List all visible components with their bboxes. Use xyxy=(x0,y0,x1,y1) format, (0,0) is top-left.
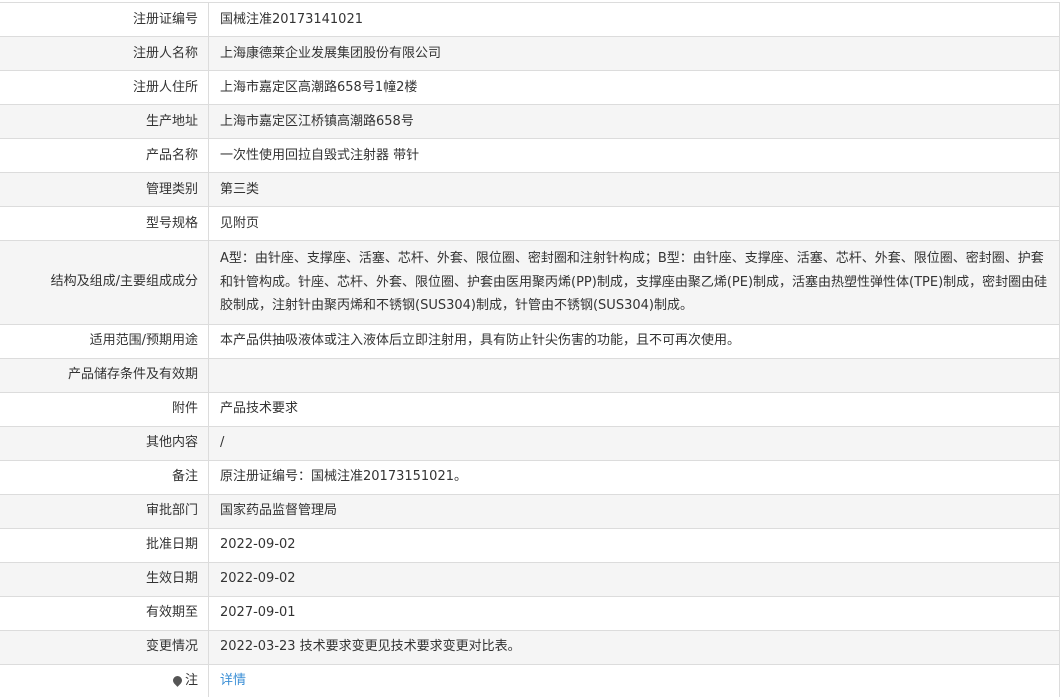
label-note: 注 xyxy=(0,664,209,697)
value-registration-number: 国械注准20173141021 xyxy=(220,11,363,27)
value-other-content: / xyxy=(220,435,225,450)
label-product-name: 产品名称 xyxy=(0,139,209,172)
value-structure-composition: A型：由针座、支撑座、活塞、芯杆、外套、限位圈、密封圈和注射针构成；B型：由针座… xyxy=(220,251,1048,313)
row-valid-until: 有效期至 2027-09-01 xyxy=(0,596,1059,631)
label-approval-department: 审批部门 xyxy=(0,494,209,528)
label-valid-until: 有效期至 xyxy=(0,596,209,630)
row-product-name: 产品名称 一次性使用回拉自毁式注射器 带针 xyxy=(0,139,1059,173)
value-product-name: 一次性使用回拉自毁式注射器 带针 xyxy=(220,147,420,163)
value-management-category: 第三类 xyxy=(220,181,260,197)
value-approval-department: 国家药品监督管理局 xyxy=(220,503,338,518)
label-attachment: 附件 xyxy=(0,392,209,426)
row-production-address: 生产地址 上海市嘉定区江桥镇高潮路658号 xyxy=(0,105,1059,139)
value-storage-conditions xyxy=(209,359,1059,392)
row-storage-conditions: 产品储存条件及有效期 xyxy=(0,358,1059,393)
value-approval-date: 2022-09-02 xyxy=(220,537,296,552)
value-note: 详情 xyxy=(209,665,1059,697)
row-other-content: 其他内容 / xyxy=(0,426,1059,461)
value-model-spec: 见附页 xyxy=(220,215,260,231)
label-model-spec: 型号规格 xyxy=(0,207,209,240)
pin-icon xyxy=(171,674,184,687)
value-intended-use: 本产品供抽吸液体或注入液体后立即注射用，具有防止针尖伤害的功能，且不可再次使用。 xyxy=(220,333,741,348)
value-registrant-name: 上海康德莱企业发展集团股份有限公司 xyxy=(220,45,442,61)
label-registrant-address: 注册人住所 xyxy=(0,71,209,104)
row-management-category: 管理类别 第三类 xyxy=(0,173,1059,207)
row-registrant-address: 注册人住所 上海市嘉定区高潮路658号1幢2楼 xyxy=(0,71,1059,105)
label-intended-use: 适用范围/预期用途 xyxy=(0,324,209,358)
label-registration-number: 注册证编号 xyxy=(0,3,209,36)
row-structure-composition: 结构及组成/主要组成成分 A型：由针座、支撑座、活塞、芯杆、外套、限位圈、密封圈… xyxy=(0,241,1059,325)
label-registrant-name: 注册人名称 xyxy=(0,37,209,70)
row-effective-date: 生效日期 2022-09-02 xyxy=(0,562,1059,597)
note-label: 注 xyxy=(184,672,198,688)
value-effective-date: 2022-09-02 xyxy=(220,571,296,586)
label-approval-date: 批准日期 xyxy=(0,528,209,562)
value-attachment: 产品技术要求 xyxy=(220,401,299,416)
row-change-history: 变更情况 2022-03-23 技术要求变更见技术要求变更对比表。 xyxy=(0,630,1059,665)
label-storage-conditions: 产品储存条件及有效期 xyxy=(0,358,209,392)
details-link[interactable]: 详情 xyxy=(220,671,246,691)
row-remarks: 备注 原注册证编号：国械注准20173151021。 xyxy=(0,460,1059,495)
label-remarks: 备注 xyxy=(0,460,209,494)
row-approval-department: 审批部门 国家药品监督管理局 xyxy=(0,494,1059,529)
registration-detail-table: 注册证编号 国械注准20173141021 注册人名称 上海康德莱企业发展集团股… xyxy=(0,2,1060,697)
row-registrant-name: 注册人名称 上海康德莱企业发展集团股份有限公司 xyxy=(0,37,1059,71)
row-attachment: 附件 产品技术要求 xyxy=(0,392,1059,427)
value-registrant-address: 上海市嘉定区高潮路658号1幢2楼 xyxy=(220,79,418,95)
value-production-address: 上海市嘉定区江桥镇高潮路658号 xyxy=(220,113,414,129)
label-effective-date: 生效日期 xyxy=(0,562,209,596)
value-change-history: 2022-03-23 技术要求变更见技术要求变更对比表。 xyxy=(220,639,521,654)
row-note: 注 详情 xyxy=(0,664,1059,697)
label-other-content: 其他内容 xyxy=(0,426,209,460)
row-model-spec: 型号规格 见附页 xyxy=(0,207,1059,241)
row-approval-date: 批准日期 2022-09-02 xyxy=(0,528,1059,563)
row-intended-use: 适用范围/预期用途 本产品供抽吸液体或注入液体后立即注射用，具有防止针尖伤害的功… xyxy=(0,324,1059,359)
label-structure-composition: 结构及组成/主要组成成分 xyxy=(0,241,209,324)
label-management-category: 管理类别 xyxy=(0,173,209,206)
value-remarks: 原注册证编号：国械注准20173151021。 xyxy=(220,469,467,484)
label-production-address: 生产地址 xyxy=(0,105,209,138)
value-valid-until: 2027-09-01 xyxy=(220,605,296,620)
label-change-history: 变更情况 xyxy=(0,630,209,664)
row-registration-number: 注册证编号 国械注准20173141021 xyxy=(0,3,1059,37)
